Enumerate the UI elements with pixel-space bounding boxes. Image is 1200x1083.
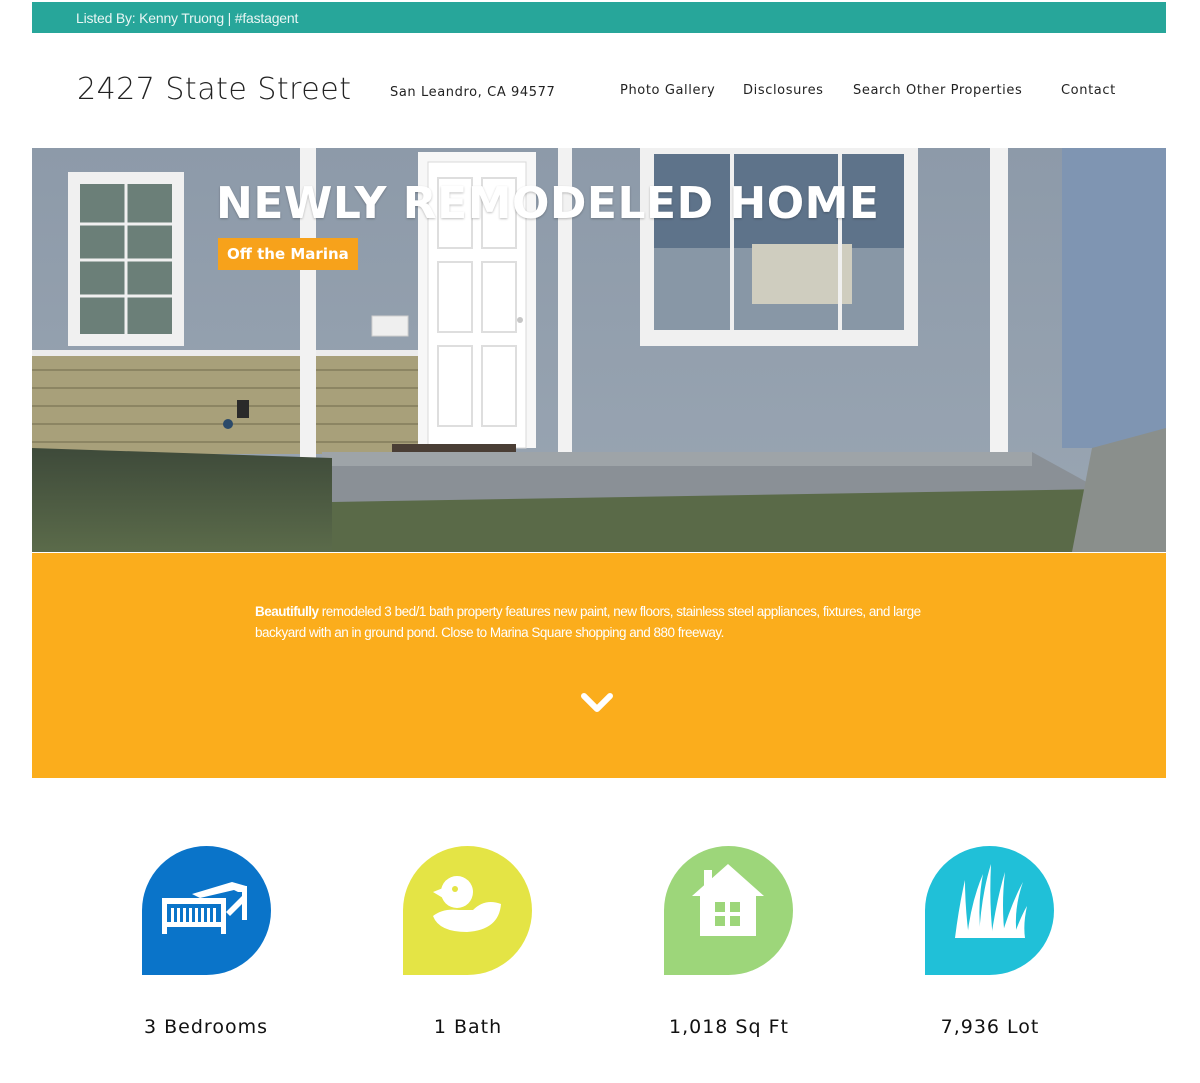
grass-icon bbox=[955, 864, 1027, 938]
bed-icon bbox=[162, 882, 247, 934]
bedrooms-badge bbox=[142, 846, 271, 975]
bath-label: 1 Bath bbox=[433, 1016, 503, 1038]
description-band: Beautifully remodeled 3 bed/1 bath prope… bbox=[32, 553, 1166, 778]
hero-badge: Off the Marina bbox=[218, 238, 358, 270]
listing-agent-text: Listed By: Kenny Truong | #fastagent bbox=[76, 10, 299, 26]
square-feet-label: 1,018 Sq Ft bbox=[669, 1016, 789, 1038]
lot-size-label: 7,936 Lot bbox=[940, 1016, 1040, 1038]
hero-title: NEWLY REMODELED HOME bbox=[216, 178, 880, 229]
description-lead: Beautifully bbox=[255, 604, 319, 619]
bedrooms-label: 3 Bedrooms bbox=[144, 1016, 268, 1038]
nav-photo-gallery[interactable]: Photo Gallery bbox=[620, 83, 715, 98]
nav-contact[interactable]: Contact bbox=[1061, 83, 1116, 98]
listing-page: Listed By: Kenny Truong | #fastagent 242… bbox=[0, 0, 1200, 1083]
nav-search-other-properties[interactable]: Search Other Properties bbox=[853, 83, 1022, 98]
duck-icon bbox=[433, 876, 501, 932]
site-address: San Leandro, CA 94577 bbox=[390, 85, 556, 100]
nav-disclosures[interactable]: Disclosures bbox=[743, 83, 824, 98]
hero-banner: NEWLY REMODELED HOME Off the Marina bbox=[32, 148, 1166, 552]
description-body: remodeled 3 bed/1 bath property features… bbox=[255, 604, 921, 640]
site-title[interactable]: 2427 State Street bbox=[77, 72, 352, 107]
lot-size-badge bbox=[925, 846, 1054, 975]
listing-agent-bar: Listed By: Kenny Truong | #fastagent bbox=[32, 2, 1166, 33]
property-description: Beautifully remodeled 3 bed/1 bath prope… bbox=[255, 601, 955, 643]
chevron-down-icon[interactable] bbox=[580, 691, 614, 715]
house-icon bbox=[692, 864, 764, 936]
bath-badge bbox=[403, 846, 532, 975]
square-feet-badge bbox=[664, 846, 793, 975]
